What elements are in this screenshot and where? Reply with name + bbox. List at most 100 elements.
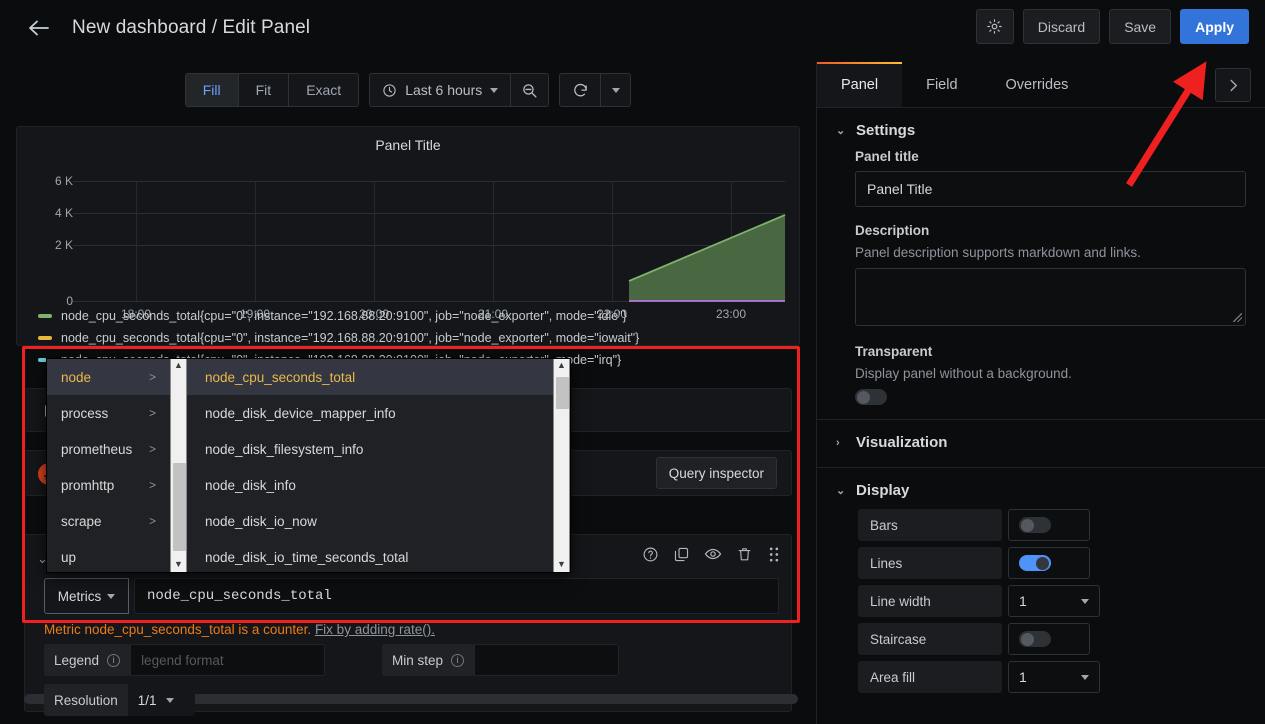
submenu-arrow-icon: > bbox=[149, 442, 156, 456]
autocomplete-metric-column[interactable]: node_cpu_seconds_total node_disk_device_… bbox=[187, 359, 553, 572]
scrollbar-thumb[interactable] bbox=[173, 463, 186, 551]
trash-icon[interactable] bbox=[736, 546, 753, 563]
autocomplete-metric-node-disk-io-time-seconds-total[interactable]: node_disk_io_time_seconds_total bbox=[187, 539, 553, 572]
item-label: node_disk_filesystem_info bbox=[205, 442, 363, 457]
scrollbar-track[interactable] bbox=[171, 373, 186, 558]
refresh-button[interactable] bbox=[560, 74, 600, 106]
autocomplete-category-column[interactable]: node > process > prometheus > promhttp >… bbox=[47, 359, 170, 572]
zoom-out-icon bbox=[521, 82, 538, 99]
scroll-up-arrow-icon[interactable]: ▲ bbox=[557, 359, 566, 373]
tab-panel[interactable]: Panel bbox=[817, 62, 902, 107]
item-label: node_disk_info bbox=[205, 478, 296, 493]
legend-item[interactable]: node_cpu_seconds_total{cpu="0", instance… bbox=[16, 327, 800, 349]
display-option-area-fill: Area fill 1 bbox=[858, 661, 1246, 693]
breadcrumb[interactable]: New dashboard / Edit Panel bbox=[72, 17, 310, 39]
time-range-button[interactable]: Last 6 hours bbox=[370, 74, 510, 106]
line-width-select[interactable]: 1 bbox=[1008, 585, 1100, 617]
metric-autocomplete-dropdown[interactable]: node > process > prometheus > promhttp >… bbox=[46, 358, 571, 573]
query-inspector-button[interactable]: Query inspector bbox=[656, 457, 777, 489]
transparent-field-label: Transparent bbox=[855, 344, 1246, 359]
area-fill-select[interactable]: 1 bbox=[1008, 661, 1100, 693]
sidebar-tabs: Panel Field Overrides bbox=[817, 62, 1265, 108]
fit-mode-fit[interactable]: Fit bbox=[239, 74, 290, 106]
legend-label: node_cpu_seconds_total{cpu="0", instance… bbox=[61, 309, 627, 323]
panel-title-text: Panel Title bbox=[17, 127, 799, 153]
autocomplete-metric-node-disk-io-now[interactable]: node_disk_io_now bbox=[187, 503, 553, 539]
autocomplete-right-scrollbar[interactable]: ▲ ▼ bbox=[553, 359, 570, 572]
staircase-toggle[interactable] bbox=[1019, 631, 1051, 647]
expand-sidebar-button[interactable] bbox=[1215, 68, 1251, 102]
chevron-down-icon bbox=[1081, 599, 1089, 604]
legend-format-input[interactable]: legend format bbox=[130, 644, 325, 676]
panel-title-input[interactable]: Panel Title bbox=[855, 171, 1246, 207]
bars-toggle[interactable] bbox=[1019, 517, 1051, 533]
metrics-dropdown-button[interactable]: Metrics bbox=[44, 578, 129, 614]
item-label: prometheus bbox=[61, 442, 132, 457]
autocomplete-category-process[interactable]: process > bbox=[47, 395, 170, 431]
autocomplete-category-prometheus[interactable]: prometheus > bbox=[47, 431, 170, 467]
min-step-label-text: Min step bbox=[392, 653, 443, 668]
refresh-control bbox=[559, 73, 631, 107]
section-title: Visualization bbox=[856, 434, 947, 451]
info-icon[interactable]: i bbox=[107, 654, 120, 667]
autocomplete-metric-node-disk-filesystem-info[interactable]: node_disk_filesystem_info bbox=[187, 431, 553, 467]
fit-mode-group: Fill Fit Exact bbox=[185, 73, 359, 107]
discard-button[interactable]: Discard bbox=[1023, 9, 1100, 44]
section-title: Settings bbox=[856, 122, 915, 139]
scrollbar-track[interactable] bbox=[554, 373, 569, 558]
option-label: Bars bbox=[858, 509, 1002, 541]
lines-toggle[interactable] bbox=[1019, 555, 1051, 571]
description-field-sub: Panel description supports markdown and … bbox=[855, 245, 1246, 260]
tab-overrides[interactable]: Overrides bbox=[982, 62, 1093, 107]
scroll-up-arrow-icon[interactable]: ▲ bbox=[174, 359, 183, 373]
back-button[interactable] bbox=[22, 11, 56, 45]
section-header-visualization[interactable]: › Visualization bbox=[817, 420, 1265, 461]
save-button[interactable]: Save bbox=[1109, 9, 1171, 44]
autocomplete-category-node[interactable]: node > bbox=[47, 359, 170, 395]
help-icon[interactable] bbox=[642, 546, 659, 563]
legend-item[interactable]: node_cpu_seconds_total{cpu="0", instance… bbox=[16, 305, 800, 327]
info-icon[interactable]: i bbox=[451, 654, 464, 667]
autocomplete-category-promhttp[interactable]: promhttp > bbox=[47, 467, 170, 503]
eye-icon[interactable] bbox=[704, 545, 722, 563]
transparent-toggle[interactable] bbox=[855, 389, 887, 405]
item-label: node_disk_device_mapper_info bbox=[205, 406, 396, 421]
refresh-interval-dropdown[interactable] bbox=[600, 74, 630, 106]
description-textarea[interactable] bbox=[855, 268, 1246, 326]
scrollbar-thumb[interactable] bbox=[556, 377, 569, 409]
clock-icon bbox=[382, 83, 397, 98]
apply-button[interactable]: Apply bbox=[1180, 9, 1249, 44]
fix-by-adding-rate-link[interactable]: Fix by adding rate(). bbox=[315, 622, 435, 637]
resolution-select[interactable]: 1/1 bbox=[128, 684, 195, 716]
area-fill-value: 1 bbox=[1019, 669, 1027, 685]
autocomplete-metric-node-disk-info[interactable]: node_disk_info bbox=[187, 467, 553, 503]
section-header-settings[interactable]: ⌄ Settings bbox=[817, 108, 1265, 149]
tab-field[interactable]: Field bbox=[902, 62, 981, 107]
lines-toggle-wrapper bbox=[1008, 547, 1090, 579]
staircase-toggle-wrapper bbox=[1008, 623, 1090, 655]
option-label: Lines bbox=[858, 547, 1002, 579]
item-label: process bbox=[61, 406, 108, 421]
min-step-input[interactable] bbox=[474, 644, 619, 676]
counter-warning-text: Metric node_cpu_seconds_total is a count… bbox=[44, 622, 311, 637]
fit-mode-fill[interactable]: Fill bbox=[186, 74, 239, 106]
fit-mode-exact[interactable]: Exact bbox=[289, 74, 358, 106]
autocomplete-metric-node-disk-device-mapper-info[interactable]: node_disk_device_mapper_info bbox=[187, 395, 553, 431]
zoom-out-button[interactable] bbox=[510, 74, 548, 106]
option-label: Line width bbox=[858, 585, 1002, 617]
autocomplete-category-up[interactable]: up bbox=[47, 539, 170, 572]
submenu-arrow-icon: > bbox=[149, 514, 156, 528]
scroll-down-arrow-icon[interactable]: ▼ bbox=[174, 558, 183, 572]
item-label: node bbox=[61, 370, 91, 385]
resize-grip-icon[interactable] bbox=[1233, 313, 1242, 322]
scroll-down-arrow-icon[interactable]: ▼ bbox=[557, 558, 566, 572]
panel-settings-button[interactable] bbox=[976, 9, 1014, 44]
autocomplete-left-scrollbar[interactable]: ▲ ▼ bbox=[170, 359, 187, 572]
autocomplete-metric-node-cpu-seconds-total[interactable]: node_cpu_seconds_total bbox=[187, 359, 553, 395]
panel-options-sidebar: Panel Field Overrides ⌄ Settings Panel t… bbox=[816, 62, 1265, 724]
drag-handle-icon[interactable] bbox=[767, 546, 781, 563]
duplicate-icon[interactable] bbox=[673, 546, 690, 563]
autocomplete-category-scrape[interactable]: scrape > bbox=[47, 503, 170, 539]
metrics-query-input[interactable]: node_cpu_seconds_total bbox=[134, 578, 779, 614]
section-header-display[interactable]: ⌄ Display bbox=[817, 468, 1265, 509]
